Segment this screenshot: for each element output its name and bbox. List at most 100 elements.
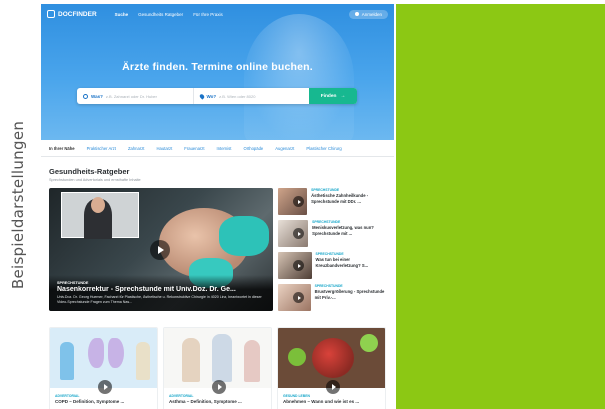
category-item[interactable]: Plastischer Chirurg [306,146,341,151]
lung-left [88,338,104,368]
list-item-tag: SPRECHSTUNDE [311,188,340,192]
lung-right [108,338,124,368]
what-placeholder: z.B. Zahnarzt oder Dr. Huber [105,93,157,99]
category-item[interactable]: Hautarzt [156,146,172,151]
list-item-tag: SPRECHSTUNDE [312,220,341,224]
list-item-tag: SPRECHSTUNDE [314,284,343,288]
logo-text: DOCFINDER [58,10,97,18]
play-icon [212,380,226,394]
feature-video-card[interactable]: SPRECHSTUNDE Nasenkorrektur - Sprechstun… [49,188,273,311]
card-title: COPD – Definition, Symptome ... [55,399,125,404]
login-label: Anmelden [361,11,382,17]
user-icon [354,12,359,16]
arrow-right-icon: → [340,93,346,99]
logo[interactable]: DOCFINDER [47,10,97,18]
play-icon [293,292,304,303]
list-item[interactable]: SPRECHSTUNDE Brustvergrößerung - Sprechs… [278,284,386,311]
play-icon [293,196,304,207]
figure-1 [182,338,200,382]
feature-title: Nasenkorrektur - Sprechstunde mit Univ.D… [57,286,236,293]
card-tag: ADVERTORIAL [55,394,80,398]
search-icon [83,93,88,99]
play-icon [326,380,340,394]
vegetable [288,348,306,366]
vegetable [360,334,378,352]
hero-title: Ärzte finden. Termine online buchen. [122,61,313,73]
what-field[interactable]: Was? z.B. Zahnarzt oder Dr. Huber [77,88,193,104]
list-item[interactable]: SPRECHSTUNDE Was tun bei einer Kreuzband… [278,252,386,279]
ratgeber-bottom-grid: ADVERTORIAL COPD – Definition, Symptome … [49,327,386,409]
lungs-illustration [50,328,157,388]
video-thumbnail [278,252,312,279]
article-card[interactable]: ADVERTORIAL COPD – Definition, Symptome … [49,327,158,409]
article-card[interactable]: GESUND LEBEN Abnehmen – Wann und wie ist… [277,327,386,409]
video-thumbnail [278,220,309,247]
docfinder-website: DOCFINDER Suche Gesundheits Ratgeber Für… [41,4,394,409]
category-item[interactable]: In Ihrer Nähe [49,146,75,151]
play-icon [293,228,304,239]
what-label: Was? [91,93,103,99]
find-button[interactable]: Finden → [309,88,357,104]
side-video-list: SPRECHSTUNDE Ästhetische Zahnheilkunde -… [278,188,386,311]
category-item[interactable]: Augenarzt [275,146,294,151]
side-caption-text: Beispieldarstellungen [9,120,28,289]
nav-link-suche[interactable]: Suche [115,12,129,17]
figure-2 [212,334,232,382]
list-item-title: Meniskusverletzung, was nun? Sprechstund… [312,225,374,236]
feature-description: Univ.Doz. Dr. Georg Huemer, Facharzt für… [57,295,262,304]
play-icon [98,380,112,394]
login-button[interactable]: Anmelden [348,9,388,19]
list-item[interactable]: SPRECHSTUNDE Ästhetische Zahnheilkunde -… [278,188,386,215]
feature-tag: SPRECHSTUNDE [57,281,89,285]
list-item-title: Ästhetische Zahnheilkunde - Sprechstunde… [311,193,369,204]
card-tag: ADVERTORIAL [169,394,194,398]
video-thumbnail [278,188,308,215]
list-item-text: SPRECHSTUNDE Was tun bei einer Kreuzband… [316,252,386,279]
section-title: Gesundheits-Ratgeber [49,167,130,176]
list-item-title: Brustvergrößerung - Sprechstunde mit Pri… [314,289,385,300]
patient-figure [136,342,150,380]
article-card[interactable]: ADVERTORIAL Asthma – Definition, Symptom… [163,327,272,409]
nav-link-praxis[interactable]: Für Ihre Praxis [193,12,223,17]
find-button-label: Finden [320,93,337,99]
logo-icon [47,10,55,18]
hero-section: DOCFINDER Suche Gesundheits Ratgeber Für… [41,4,394,140]
where-field[interactable]: Wo? z.B. Wien oder 8020 [192,88,310,104]
list-item-tag: SPRECHSTUNDE [315,252,344,256]
category-item[interactable]: Praktischer Arzt [87,146,116,151]
card-tag: GESUND LEBEN [283,394,310,398]
ratgeber-section: Gesundheits-Ratgeber Sprechstunden und A… [41,157,394,409]
healthy-food-image [278,328,385,388]
list-item-title: Was tun bei einer Kreuzbandverletzung? S… [315,257,369,268]
list-item[interactable]: SPRECHSTUNDE Meniskusverletzung, was nun… [278,220,386,247]
category-item[interactable]: Frauenarzt [184,146,204,151]
card-title: Asthma – Definition, Symptome ... [169,399,242,404]
list-item-text: SPRECHSTUNDE Ästhetische Zahnheilkunde -… [311,188,386,215]
screenshot-frame: Beispieldarstellungen DOCFINDER Suche Ge… [0,0,605,409]
doctor-background-image [244,14,354,140]
category-item[interactable]: Orthopäde [243,146,263,151]
play-icon [293,260,304,271]
doctor-inset-image [61,192,139,239]
asthma-illustration [164,328,271,388]
feature-caption: SPRECHSTUNDE Nasenkorrektur - Sprechstun… [49,275,273,311]
green-panel [396,4,605,409]
card-title: Abnehmen – Wann und wie ist es ... [283,399,360,404]
where-label: Wo? [206,93,217,99]
section-subtitle: Sprechstunden und Advertorials und ernst… [49,178,141,182]
list-item-text: SPRECHSTUNDE Brustvergrößerung - Sprechs… [315,284,386,311]
where-placeholder: z.B. Wien oder 8020 [219,93,256,99]
list-item-text: SPRECHSTUNDE Meniskusverletzung, was nun… [312,220,386,247]
category-item[interactable]: Internist [217,146,232,151]
category-bar: In Ihrer Nähe Praktischer Arzt Zahnarzt … [41,140,394,157]
figure-3 [244,340,260,382]
category-item[interactable]: Zahnarzt [128,146,145,151]
doctor-figure [60,342,74,380]
top-nav: DOCFINDER Suche Gesundheits Ratgeber Für… [41,4,394,24]
side-caption: Beispieldarstellungen [4,0,32,409]
glove-image [219,216,269,256]
location-pin-icon [198,92,205,100]
nav-link-ratgeber[interactable]: Gesundheits Ratgeber [138,12,183,17]
search-bar: Was? z.B. Zahnarzt oder Dr. Huber Wo? z.… [77,88,357,104]
play-icon[interactable] [150,240,170,260]
